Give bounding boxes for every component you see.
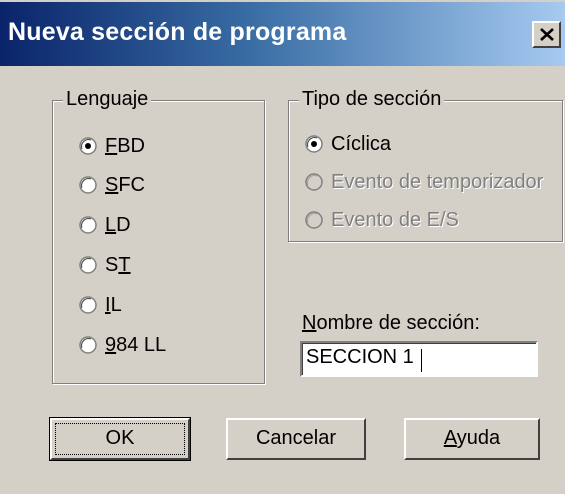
radio-ciclica-label: Cíclica <box>331 133 392 155</box>
radio-evento-temporizador-label: Evento de temporizador <box>331 171 544 193</box>
radio-evento-es-label: Evento de E/S <box>331 209 459 231</box>
radio-unselected-icon <box>79 256 97 274</box>
radio-ld-label: LD <box>105 214 131 236</box>
language-group-label: Lenguaje <box>63 88 152 111</box>
radio-unselected-icon <box>79 176 97 194</box>
ok-button[interactable]: OK <box>49 417 191 461</box>
radio-selected-icon <box>305 135 323 153</box>
radio-disabled-icon <box>305 173 323 191</box>
cancel-button-label: Cancelar <box>255 427 337 449</box>
radio-984ll-label: 984 LL <box>105 334 167 356</box>
close-button[interactable] <box>532 21 561 48</box>
radio-il-label: IL <box>105 294 122 316</box>
language-group: Lenguaje FBD SFC LD ST IL 984 LL <box>52 88 265 384</box>
section-name-label: Nombre de sección: <box>302 312 480 334</box>
focus-ring <box>55 423 185 455</box>
radio-sfc-label: SFC <box>105 174 146 196</box>
help-button-label: Ayuda <box>443 427 501 449</box>
close-icon <box>540 28 554 41</box>
radio-selected-icon <box>79 137 97 155</box>
window-title: Nueva sección de programa <box>8 18 347 46</box>
radio-unselected-icon <box>79 336 97 354</box>
section-name-input[interactable]: SECCION 1 <box>300 341 538 377</box>
section-type-group: Tipo de sección Cíclica Evento de tempor… <box>288 88 563 242</box>
radio-st-label: ST <box>105 254 131 276</box>
help-button[interactable]: Ayuda <box>404 418 540 460</box>
radio-fbd-label: FBD <box>105 135 146 157</box>
radio-disabled-icon <box>305 211 323 229</box>
section-type-group-label: Tipo de sección <box>299 88 445 111</box>
section-name-value: SECCION 1 <box>306 346 414 368</box>
radio-unselected-icon <box>79 216 97 234</box>
cancel-button[interactable]: Cancelar <box>226 418 366 460</box>
text-caret <box>421 349 422 372</box>
new-program-section-dialog: Nueva sección de programa Lenguaje FBD S… <box>0 0 565 494</box>
title-bar[interactable]: Nueva sección de programa <box>0 2 565 66</box>
radio-unselected-icon <box>79 296 97 314</box>
